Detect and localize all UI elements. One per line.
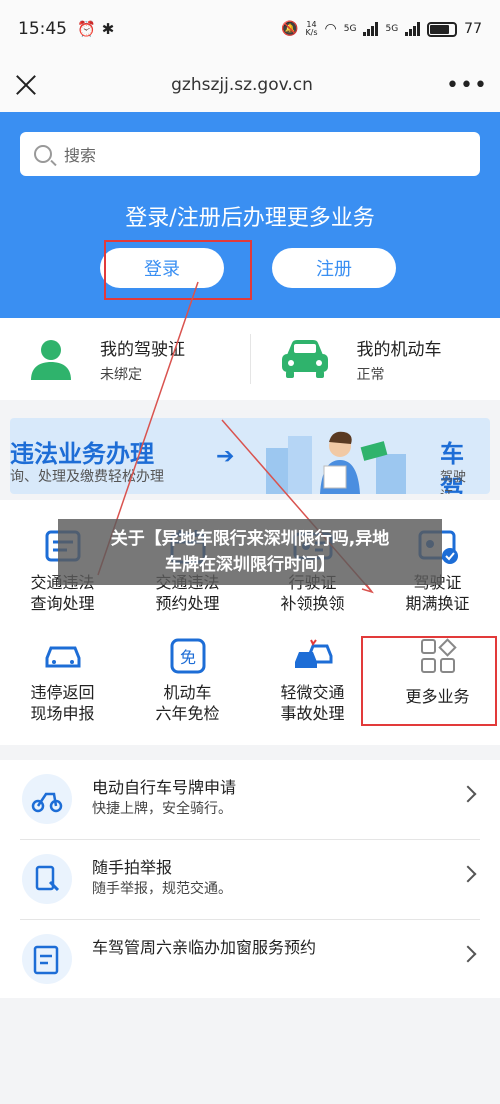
list-item-title: 随手拍举报	[92, 858, 173, 877]
overlay-caption: 关于【异地车限行来深圳限行吗,异地 车牌在深圳限行时间】	[58, 519, 442, 585]
chevron-right-icon	[459, 785, 477, 803]
list-item-title: 电动自行车号牌申请	[92, 778, 237, 797]
appointment-icon	[22, 934, 72, 984]
report-icon	[22, 854, 72, 904]
list-item-subtitle: 快捷上牌，安全骑行。	[92, 801, 232, 817]
list-item-title: 车驾管周六亲临办加窗服务预约	[92, 938, 317, 957]
screen: 15:45 ⏰ ✱ 🔕 14 K/s ◠ 5G 5G 77 gzhszjj.sz…	[0, 0, 500, 1104]
list-item-saturday-appointment[interactable]: 车驾管周六亲临办加窗服务预约	[0, 920, 500, 999]
chevron-right-icon	[459, 945, 477, 963]
list-item-snap-report[interactable]: 随手拍举报 随手举报，规范交通。	[0, 840, 500, 919]
list-item-ebike-plate[interactable]: 电动自行车号牌申请 快捷上牌，安全骑行。	[0, 760, 500, 839]
service-list: 电动自行车号牌申请 快捷上牌，安全骑行。 随手拍举报 随手举报，规范交通。 车驾…	[0, 760, 500, 998]
scooter-icon	[22, 774, 72, 824]
list-item-subtitle: 随手举报，规范交通。	[92, 881, 232, 897]
chevron-right-icon	[459, 865, 477, 883]
